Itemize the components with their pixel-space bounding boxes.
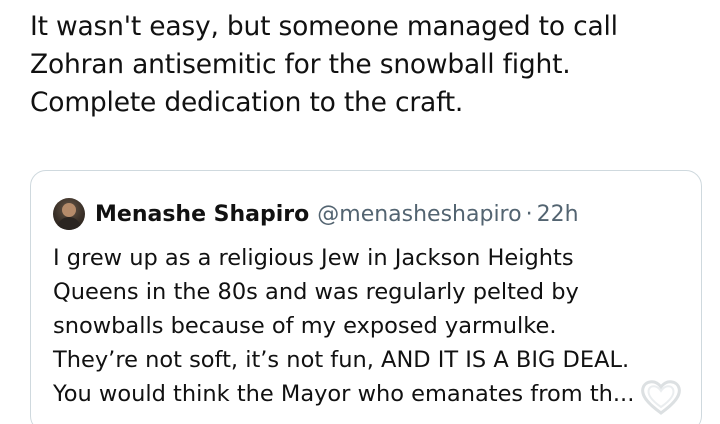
post-text-line: Complete dedication to the craft.	[30, 87, 464, 118]
post-text-line: Zohran antisemitic for the snowball figh…	[30, 49, 571, 80]
post-text: It wasn't easy, but someone managed to c…	[30, 8, 700, 122]
quoted-text-line: snowballs because of my exposed yarmulke…	[53, 313, 557, 339]
avatar[interactable]	[53, 198, 85, 230]
quoted-text-line: I grew up as a religious Jew in Jackson …	[53, 245, 574, 271]
quoted-text-line: They’re not soft, it’s not fun, AND IT I…	[53, 347, 630, 373]
quoted-text-line: You would think the Mayor who emanates f…	[53, 381, 635, 407]
heart-icon	[641, 380, 681, 415]
quoted-post-card[interactable]: Menashe Shapiro @menasheshapiro · 22h I …	[30, 170, 702, 424]
timestamp[interactable]: 22h	[537, 202, 579, 227]
post-text-line: It wasn't easy, but someone managed to c…	[30, 11, 618, 42]
quoted-text-line: Queens in the 80s and was regularly pelt…	[53, 279, 579, 305]
separator-dot: ·	[525, 201, 533, 227]
author-handle[interactable]: @menasheshapiro	[317, 202, 521, 227]
quoted-post-text: I grew up as a religious Jew in Jackson …	[53, 241, 693, 411]
author-name[interactable]: Menashe Shapiro	[95, 202, 309, 227]
quoted-post-header: Menashe Shapiro @menasheshapiro · 22h	[53, 197, 579, 231]
